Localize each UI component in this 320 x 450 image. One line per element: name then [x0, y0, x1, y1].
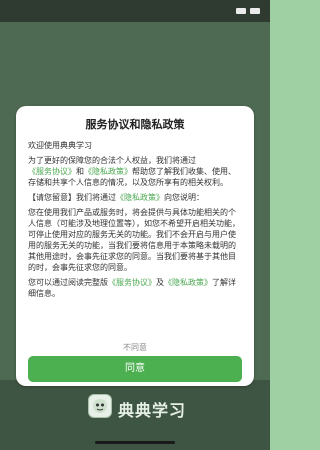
service-agreement-link[interactable]: 《服务协议》 — [28, 167, 76, 176]
intro-text-mid: 和 — [76, 167, 84, 176]
notice-text-post: 向您说明： — [164, 193, 204, 202]
notice-privacy-policy-link[interactable]: 《隐私政策》 — [116, 193, 164, 202]
privacy-dialog: 服务协议和隐私政策 欢迎使用典典学习 为了更好的保障您的合法个人权益，我们将通过… — [16, 106, 254, 386]
greeting-text: 欢迎使用典典学习 — [28, 141, 92, 150]
details-paragraph: 您在使用我们产品或服务时，将会提供与具体功能相关的个人信息（可能涉及地理位置等）… — [28, 208, 240, 272]
battery-icon — [250, 8, 260, 14]
intro-paragraph: 为了更好的保障您的合法个人权益，我们将通过《服务协议》和《隐私政策》帮助您了解我… — [28, 155, 242, 188]
read-more-mid: 及 — [156, 278, 164, 287]
read-more-paragraph: 您可以通过阅读完整版《服务协议》及《隐私政策》了解详细信息。 — [28, 277, 242, 299]
signal-icon — [236, 8, 246, 14]
decline-button[interactable]: 不同意 — [16, 341, 254, 355]
status-icons — [236, 8, 260, 14]
home-indicator — [95, 441, 175, 444]
full-service-agreement-link[interactable]: 《服务协议》 — [108, 278, 156, 287]
agree-button[interactable]: 同意 — [28, 356, 242, 382]
app-brand-name: 典典学习 — [118, 401, 187, 420]
notice-text-pre: 【请您留意】我们将通过 — [28, 193, 116, 202]
privacy-policy-link[interactable]: 《隐私政策》 — [84, 167, 132, 176]
intro-text-pre: 为了更好的保障您的合法个人权益，我们将通过 — [28, 156, 196, 165]
dialog-body: 欢迎使用典典学习 为了更好的保障您的合法个人权益，我们将通过《服务协议》和《隐私… — [16, 132, 254, 299]
app-logo-icon — [88, 394, 112, 418]
full-privacy-policy-link[interactable]: 《隐私政策》 — [164, 278, 212, 287]
dialog-title: 服务协议和隐私政策 — [85, 118, 185, 131]
notice-paragraph: 【请您留意】我们将通过《隐私政策》向您说明： — [28, 192, 242, 203]
read-more-pre: 您可以通过阅读完整版 — [28, 278, 108, 287]
status-bar — [0, 0, 270, 22]
